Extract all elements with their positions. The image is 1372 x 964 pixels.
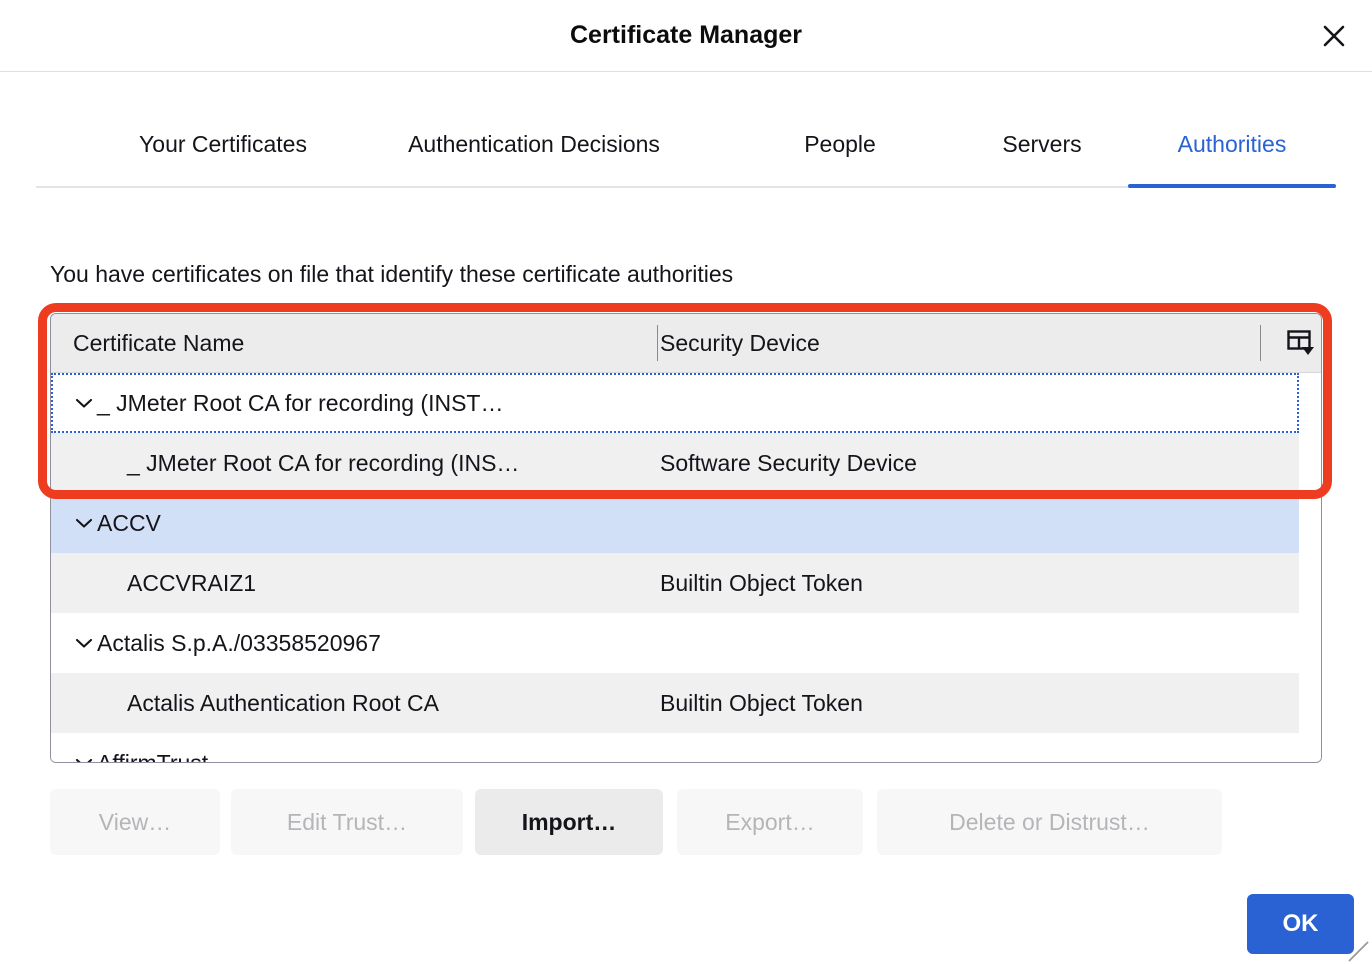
certificate-name-label: _ JMeter Root CA for recording (INS… [127, 450, 520, 476]
certificate-name-label: ACCVRAIZ1 [127, 570, 257, 596]
certificate-tree-panel: Certificate Name Security Device _ JMete… [50, 313, 1322, 763]
table-row[interactable]: ACCV [51, 493, 1299, 553]
table-row[interactable]: _ JMeter Root CA for recording (INS… Soft… [51, 433, 1299, 493]
active-tab-underline [1128, 184, 1336, 188]
dialog-title: Certificate Manager [569, 21, 803, 49]
tab-servers[interactable]: Servers [960, 100, 1124, 188]
table-row[interactable]: _ JMeter Root CA for recording (INST… [51, 373, 1299, 433]
cell-certificate-name: Actalis Authentication Root CA [51, 673, 651, 733]
ok-button[interactable]: OK [1247, 894, 1354, 954]
certificate-name-label: _ JMeter Root CA for recording (INST… [97, 390, 504, 416]
security-device-label: Software Security Device [660, 450, 917, 476]
table-row[interactable]: ACCVRAIZ1 Builtin Object Token [51, 553, 1299, 613]
column-header-security-device[interactable]: Security Device [660, 314, 820, 372]
tab-label: Your Certificates [139, 130, 307, 157]
cell-certificate-name: AffirmTrust [51, 733, 651, 763]
close-icon[interactable] [1310, 12, 1358, 60]
certificate-manager-dialog: Certificate Manager Your Certificates Aut… [0, 0, 1372, 964]
tab-authentication-decisions[interactable]: Authentication Decisions [358, 100, 710, 188]
cell-certificate-name: Actalis S.p.A./03358520967 [51, 613, 651, 673]
column-header-certificate-name[interactable]: Certificate Name [73, 314, 244, 372]
tree-header: Certificate Name Security Device [51, 314, 1321, 373]
cell-security-device: Builtin Object Token [660, 673, 1260, 733]
tab-label: Authentication Decisions [408, 130, 660, 157]
delete-or-distrust-button: Delete or Distrust… [877, 789, 1222, 855]
tab-your-certificates[interactable]: Your Certificates [88, 100, 358, 188]
tree-rows-container[interactable]: _ JMeter Root CA for recording (INST… _ J… [51, 373, 1321, 762]
cell-security-device: Builtin Object Token [660, 553, 1260, 613]
certificate-name-label: AffirmTrust [97, 750, 209, 763]
tab-authorities[interactable]: Authorities [1128, 100, 1336, 188]
resize-grip-icon[interactable] [1343, 936, 1369, 962]
cell-certificate-name: ACCVRAIZ1 [51, 553, 651, 613]
cell-certificate-name: ACCV [51, 493, 651, 553]
view-button: View… [50, 789, 220, 855]
cell-security-device [660, 373, 1260, 433]
cell-security-device [660, 733, 1260, 762]
dialog-titlebar: Certificate Manager [0, 0, 1372, 72]
security-device-label: Builtin Object Token [660, 690, 863, 716]
import-button[interactable]: Import… [475, 789, 663, 855]
certificate-name-label: Actalis S.p.A./03358520967 [97, 630, 381, 656]
chevron-down-icon[interactable] [71, 517, 97, 529]
tab-bar: Your Certificates Authentication Decision… [36, 100, 1336, 188]
cell-security-device: Software Security Device [660, 433, 1260, 493]
export-button: Export… [677, 789, 863, 855]
certificate-name-label: ACCV [97, 510, 161, 536]
page-description: You have certificates on file that ident… [50, 261, 734, 287]
tab-label: People [804, 130, 876, 157]
column-separator[interactable] [1260, 325, 1261, 361]
chevron-down-icon[interactable] [71, 637, 97, 649]
cell-certificate-name: _ JMeter Root CA for recording (INST… [51, 373, 651, 433]
chevron-down-icon[interactable] [71, 757, 97, 762]
cell-certificate-name: _ JMeter Root CA for recording (INS… [51, 433, 651, 493]
security-device-label: Builtin Object Token [660, 570, 863, 596]
edit-trust-button: Edit Trust… [231, 789, 463, 855]
certificate-name-label: Actalis Authentication Root CA [127, 690, 439, 716]
cell-security-device [660, 493, 1260, 553]
table-row[interactable]: Actalis S.p.A./03358520967 [51, 613, 1299, 673]
table-row[interactable]: AffirmTrust [51, 733, 1299, 763]
tab-label: Authorities [1177, 130, 1287, 157]
tab-label: Servers [1002, 130, 1082, 157]
table-columns-dropdown-icon[interactable] [1284, 328, 1318, 358]
cell-security-device [660, 613, 1260, 673]
tab-people[interactable]: People [758, 100, 922, 188]
column-separator[interactable] [657, 325, 658, 361]
chevron-down-icon[interactable] [71, 397, 97, 409]
table-row[interactable]: Actalis Authentication Root CA Builtin Ob… [51, 673, 1299, 733]
